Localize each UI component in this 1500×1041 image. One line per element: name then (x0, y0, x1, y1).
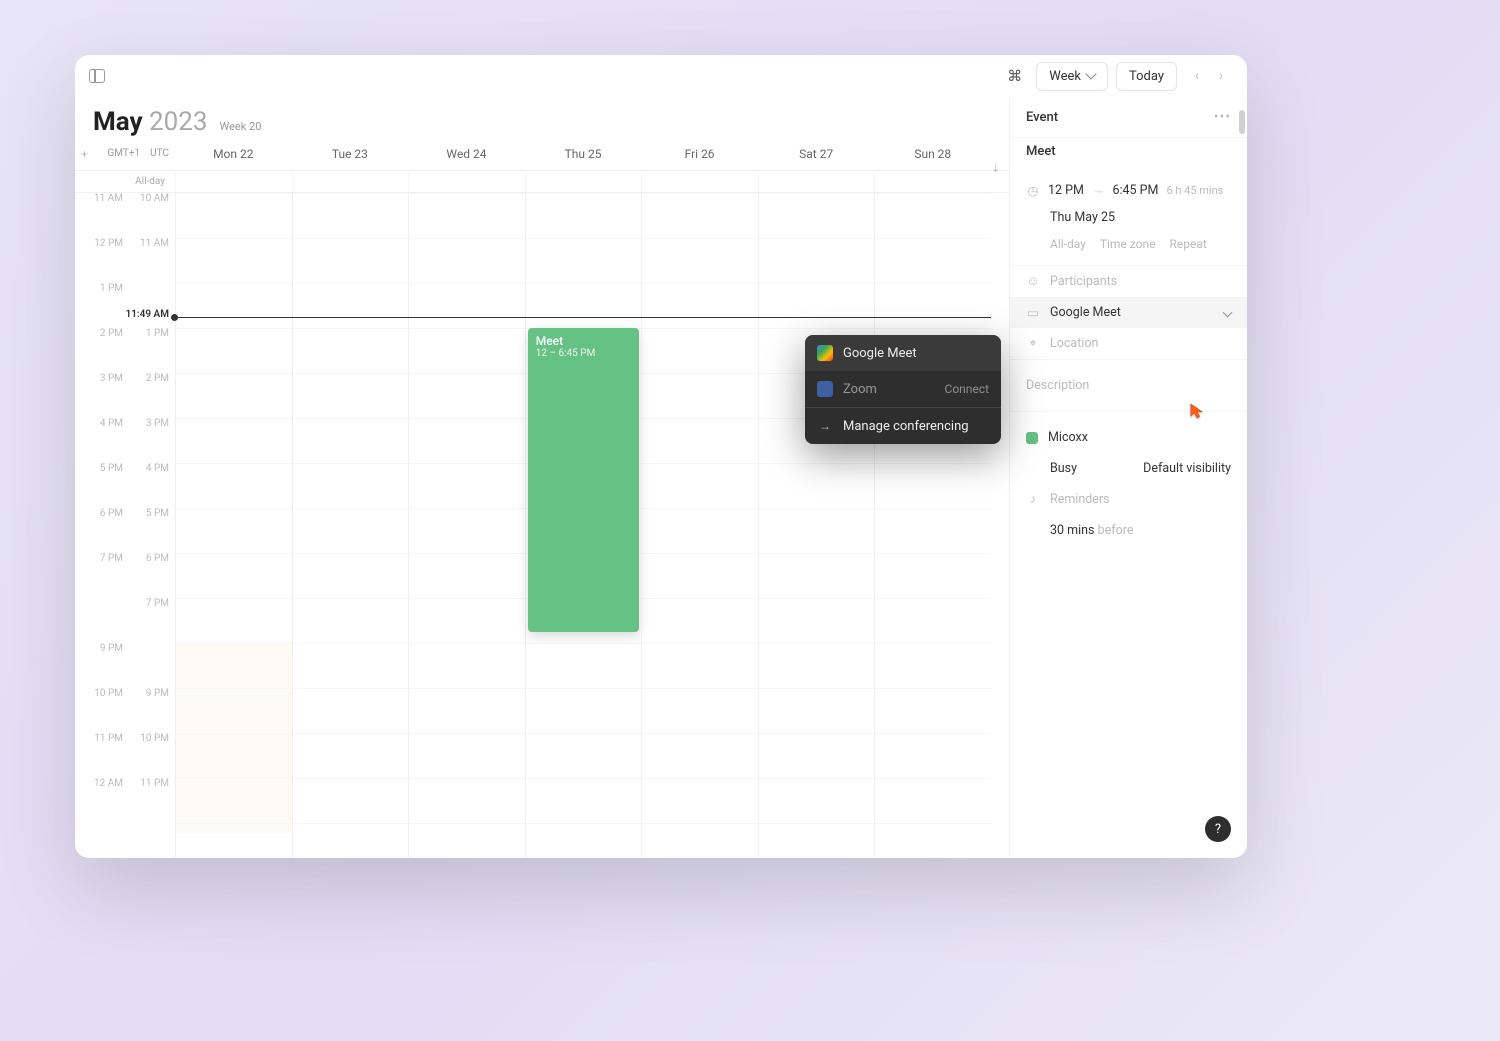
day-column[interactable] (292, 193, 409, 858)
day-column[interactable]: Meet 12 – 6:45 PM (525, 193, 642, 858)
location-row[interactable]: ⌖ Location (1010, 328, 1247, 359)
next-week-button[interactable]: › (1209, 64, 1233, 88)
time-row: 11 AM10 AM (75, 193, 175, 238)
command-icon[interactable]: ⌘ (1007, 67, 1022, 85)
availability[interactable]: Busy (1050, 461, 1077, 476)
time-row: 9 PM (75, 643, 175, 688)
connect-label[interactable]: Connect (945, 382, 989, 396)
day-header[interactable]: Thu 25 (525, 147, 642, 161)
week-number: Week 20 (219, 120, 261, 133)
zoom-icon (817, 381, 833, 397)
clock-icon: ◷ (1026, 184, 1040, 198)
today-button[interactable]: Today (1116, 62, 1177, 91)
allday-cell[interactable] (408, 171, 525, 192)
arrow-right-icon: → (817, 418, 833, 434)
time-row: 10 PM9 PM (75, 688, 175, 733)
time-row: 6 PM5 PM (75, 508, 175, 553)
end-time[interactable]: 6:45 PM (1112, 183, 1158, 198)
add-timezone-button[interactable]: + (81, 147, 88, 161)
allday-cell[interactable] (874, 171, 991, 192)
help-button[interactable]: ? (1205, 816, 1231, 842)
allday-cell[interactable] (175, 171, 292, 192)
reminder-value[interactable]: 30 mins before (1010, 515, 1247, 546)
time-row: 3 PM2 PM (75, 373, 175, 418)
month-title: May 2023 (93, 107, 207, 137)
event-title: Meet (536, 334, 632, 348)
allday-cell[interactable] (525, 171, 642, 192)
day-column[interactable] (175, 193, 292, 858)
start-time[interactable]: 12 PM (1048, 183, 1084, 198)
participants-row[interactable]: ☺ Participants (1010, 266, 1247, 297)
calendar-window: ⌘ Week Today ‹ › May 2023 Week 20 + (75, 55, 1247, 858)
time-row: 12 PM11 AM (75, 238, 175, 283)
person-icon: ☺ (1026, 275, 1040, 289)
day-column[interactable] (641, 193, 758, 858)
day-header[interactable]: Sat 27 (758, 147, 875, 161)
time-row: 1 PM (75, 283, 175, 328)
timezone-option[interactable]: Time zone (1100, 237, 1156, 251)
allday-label: All-day (75, 171, 175, 192)
event-date[interactable]: Thu May 25 (1010, 206, 1247, 233)
inspector-title: Event (1026, 110, 1058, 125)
calendar-color-dot (1026, 432, 1038, 444)
toolbar: ⌘ Week Today ‹ › (75, 55, 1247, 97)
bell-icon: ♪ (1026, 493, 1040, 507)
google-meet-icon (817, 345, 833, 361)
day-header[interactable]: Fri 26 (641, 147, 758, 161)
allday-cell[interactable] (758, 171, 875, 192)
time-gutter: 11 AM10 AM12 PM11 AM1 PM2 PM1 PM3 PM2 PM… (75, 193, 175, 858)
calendar-row[interactable]: Micoxx (1010, 422, 1247, 453)
day-column[interactable] (758, 193, 875, 858)
popup-option-google-meet[interactable]: Google Meet (805, 335, 1001, 371)
current-time-label: 11:49 AM (124, 309, 172, 320)
day-header[interactable]: Mon 22 (175, 147, 292, 161)
description-row[interactable]: Description (1010, 370, 1247, 401)
event-time: 12 – 6:45 PM (536, 348, 632, 359)
view-selector[interactable]: Week (1036, 62, 1108, 91)
time-row: 5 PM4 PM (75, 463, 175, 508)
allday-cell[interactable] (292, 171, 409, 192)
time-row: 7 PM6 PM (75, 553, 175, 598)
view-label: Week (1049, 69, 1081, 84)
day-header[interactable]: Wed 24 (408, 147, 525, 161)
day-header[interactable]: Tue 23 (292, 147, 409, 161)
allday-cell[interactable] (641, 171, 758, 192)
timezone-right: UTC (150, 148, 169, 159)
time-row: 2 PM1 PM (75, 328, 175, 373)
allday-toggle[interactable]: All-day (1050, 237, 1086, 251)
event-name[interactable]: Meet (1010, 138, 1247, 165)
visibility[interactable]: Default visibility (1143, 461, 1231, 476)
popup-manage-conferencing[interactable]: → Manage conferencing (805, 408, 1001, 444)
time-row: 4 PM3 PM (75, 418, 175, 463)
reminders-row[interactable]: ♪ Reminders (1010, 484, 1247, 515)
popup-option-zoom[interactable]: Zoom Connect (805, 371, 1001, 407)
timezone-left: GMT+1 (108, 148, 141, 159)
day-header[interactable]: Sun 28 (874, 147, 991, 161)
more-menu-button[interactable]: ••• (1214, 109, 1231, 125)
duration: 6 h 45 mins (1166, 184, 1223, 197)
conferencing-row[interactable]: ▭ Google Meet (1010, 297, 1247, 328)
off-hours (176, 643, 292, 833)
calendar-grid: May 2023 Week 20 + GMT+1 UTC Mon 22 Tue … (75, 97, 1009, 858)
chevron-down-icon (1223, 308, 1233, 318)
sidebar-toggle-icon[interactable] (89, 69, 105, 83)
arrow-right-icon: → (1092, 183, 1105, 198)
event-block[interactable]: Meet 12 – 6:45 PM (528, 328, 640, 632)
chevron-down-icon (1085, 68, 1096, 79)
video-icon: ▭ (1026, 306, 1040, 320)
time-row: 7 PM (75, 598, 175, 643)
location-icon: ⌖ (1026, 337, 1040, 351)
prev-week-button[interactable]: ‹ (1185, 64, 1209, 88)
day-column[interactable] (408, 193, 525, 858)
time-row: 12 AM11 PM (75, 778, 175, 823)
repeat-option[interactable]: Repeat (1170, 237, 1207, 251)
conferencing-popup: Google Meet Zoom Connect → Manage confer… (805, 335, 1001, 444)
time-row: 11 PM10 PM (75, 733, 175, 778)
day-column[interactable] (874, 193, 991, 858)
event-inspector: Event ••• Meet ◷ 12 PM → 6:45 PM 6 h 45 … (1009, 97, 1247, 858)
current-time-line (175, 317, 991, 318)
